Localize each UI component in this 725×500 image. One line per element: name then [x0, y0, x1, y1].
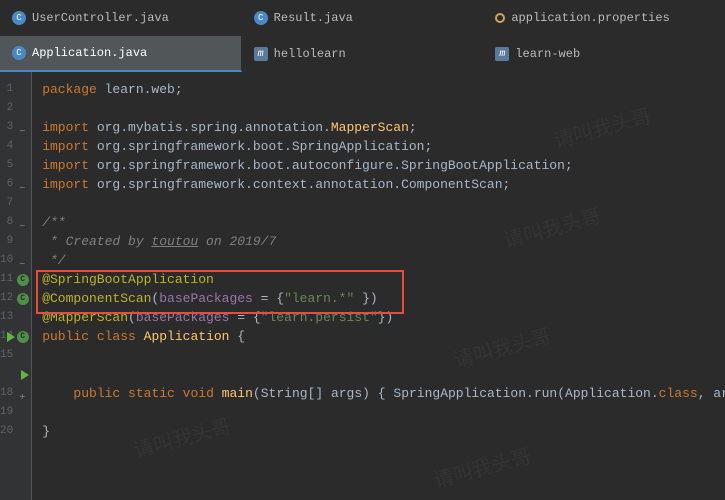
- java-icon: C: [12, 46, 26, 60]
- tab-application[interactable]: C Application.java: [0, 36, 242, 72]
- code-line: [32, 346, 725, 365]
- fold-icon[interactable]: [19, 180, 29, 190]
- code-line: * Created by toutou on 2019/7: [32, 232, 725, 251]
- code-area[interactable]: package learn.web; import org.mybatis.sp…: [31, 72, 725, 500]
- code-line: import org.springframework.boot.autoconf…: [32, 156, 725, 175]
- tab-label: learn-web: [515, 47, 580, 61]
- props-icon: [495, 13, 505, 23]
- line-number: 20: [0, 422, 31, 441]
- code-line: @ComponentScan(basePackages = {"learn.*"…: [32, 289, 725, 308]
- run-icon[interactable]: [7, 332, 15, 342]
- gutter: 1 2 3 4 5 6 7 8 9 10 11 12 13 14 15 18 1…: [0, 72, 31, 500]
- java-icon: C: [254, 11, 268, 25]
- tab-label: UserController.java: [32, 11, 169, 25]
- code-line: @SpringBootApplication: [32, 270, 725, 289]
- class-gutter-icon[interactable]: [17, 274, 29, 286]
- code-line: public class Application {: [32, 327, 725, 346]
- code-line: [32, 99, 725, 118]
- run-icon[interactable]: [21, 370, 29, 380]
- code-line: package learn.web;: [32, 80, 725, 99]
- code-line: import org.springframework.boot.SpringAp…: [32, 137, 725, 156]
- tab-learn-web[interactable]: m learn-web: [483, 36, 725, 72]
- code-line: import org.mybatis.spring.annotation.Map…: [32, 118, 725, 137]
- watermark: 请叫我头哥: [430, 440, 534, 495]
- class-gutter-icon[interactable]: [17, 331, 29, 343]
- line-number: 19: [0, 403, 31, 422]
- editor-area: 1 2 3 4 5 6 7 8 9 10 11 12 13 14 15 18 1…: [0, 72, 725, 500]
- maven-icon: m: [254, 47, 268, 61]
- java-icon: C: [12, 11, 26, 25]
- code-line: import org.springframework.context.annot…: [32, 175, 725, 194]
- code-line: public static void main(String[] args) {…: [32, 384, 725, 403]
- tab-properties[interactable]: application.properties: [483, 0, 725, 36]
- code-line: [32, 194, 725, 213]
- code-line: }: [32, 422, 725, 441]
- tab-label: Application.java: [32, 46, 147, 60]
- code-line: /**: [32, 213, 725, 232]
- fold-icon[interactable]: [19, 218, 29, 228]
- fold-icon[interactable]: [19, 256, 29, 266]
- code-line: @MapperScan(basePackages = {"learn.persi…: [32, 308, 725, 327]
- class-gutter-icon[interactable]: [17, 293, 29, 305]
- fold-expand-icon[interactable]: [19, 389, 29, 399]
- tab-label: Result.java: [274, 11, 353, 25]
- maven-icon: m: [495, 47, 509, 61]
- code-line: [32, 365, 725, 384]
- tab-hellolearn[interactable]: m hellolearn: [242, 36, 484, 72]
- tab-label: application.properties: [511, 11, 669, 25]
- code-line: [32, 403, 725, 422]
- tab-label: hellolearn: [274, 47, 346, 61]
- fold-icon[interactable]: [19, 123, 29, 133]
- tab-usercontroller[interactable]: C UserController.java: [0, 0, 242, 36]
- code-line: */: [32, 251, 725, 270]
- tab-result[interactable]: C Result.java: [242, 0, 484, 36]
